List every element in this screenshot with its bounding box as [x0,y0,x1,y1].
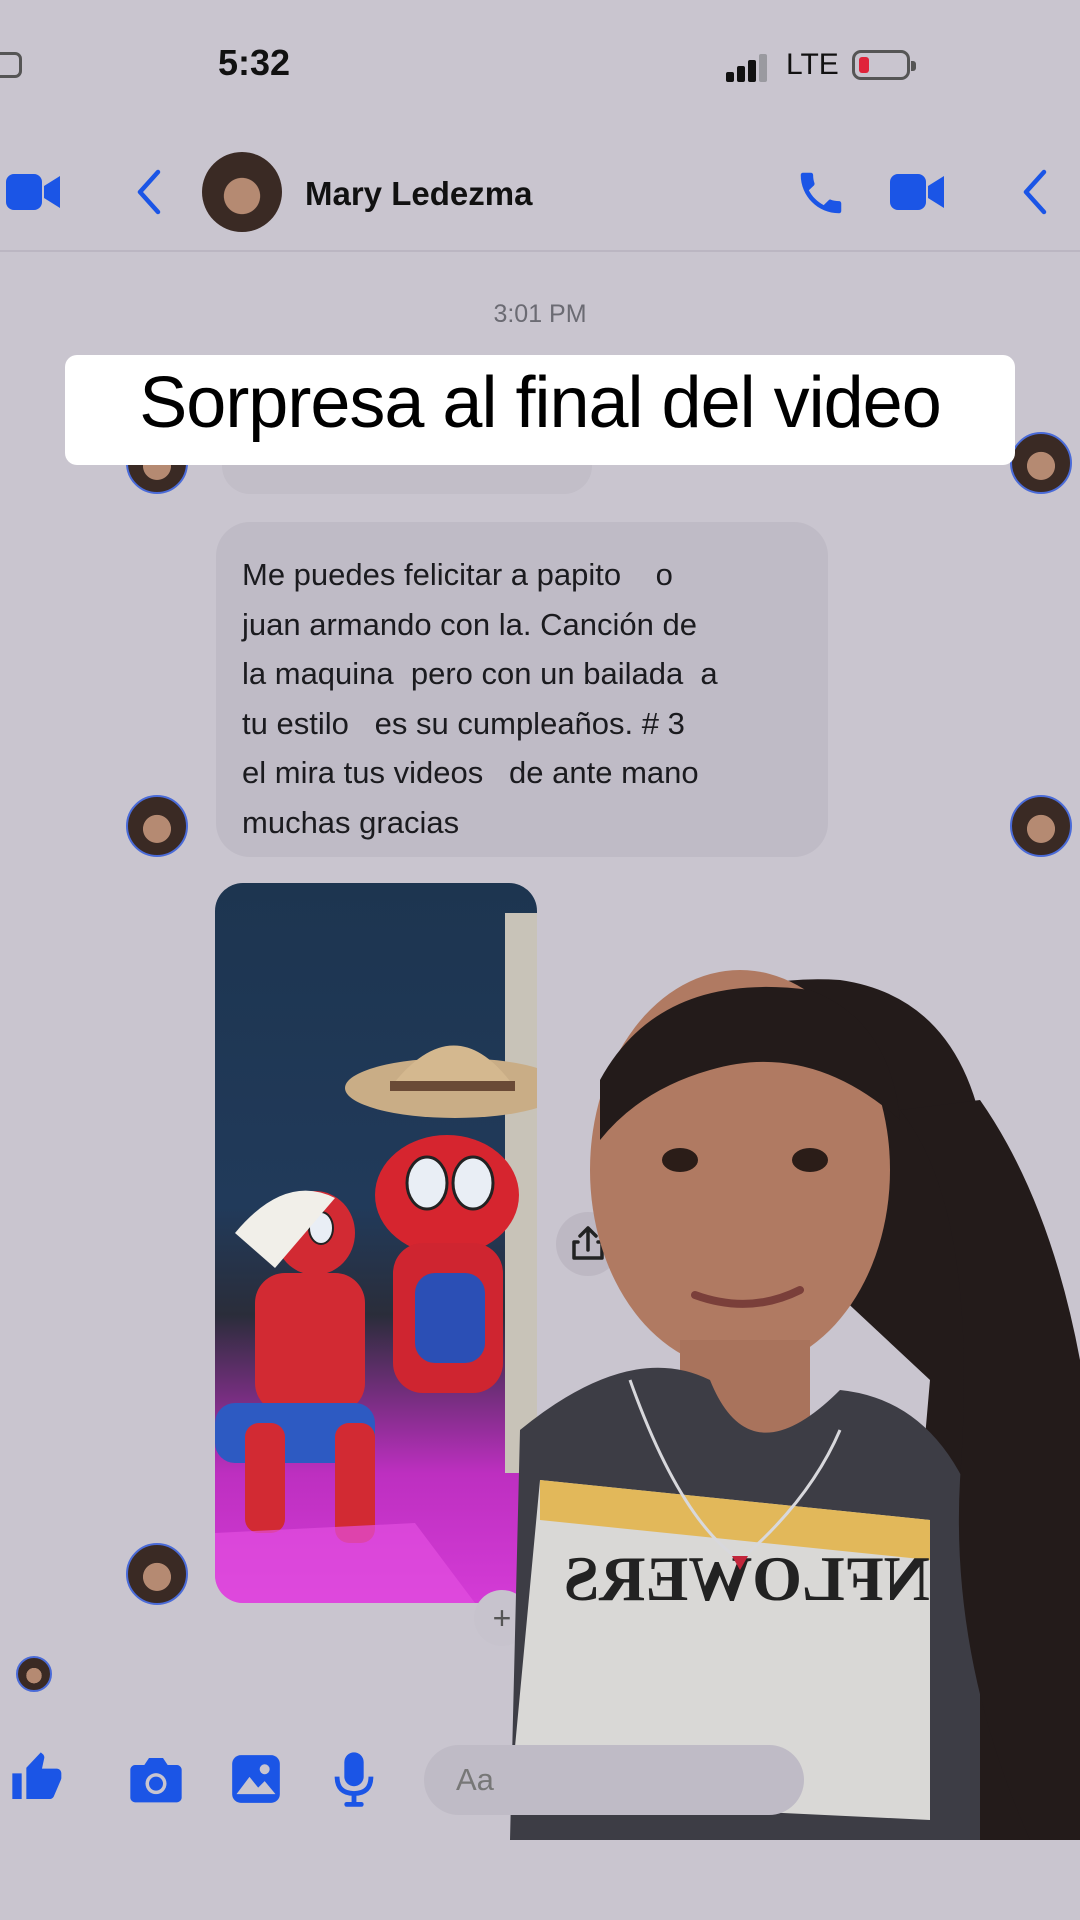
header-divider [0,250,1080,252]
message-timestamp: 3:01 PM [493,300,587,328]
video-thumbnail-image [215,913,537,1603]
status-time: 5:32 [218,42,291,83]
partial-battery-icon [0,52,22,78]
sender-avatar [126,1543,188,1605]
back-chevron-icon[interactable] [136,168,162,216]
microphone-icon[interactable] [332,1750,376,1808]
presenter-image: NFLOWERS [510,970,1080,1840]
contact-name[interactable]: Mary Ledezma [305,175,532,213]
video-caption: Sorpresa al final del video [139,363,942,443]
battery-icon [852,50,916,80]
network-type: LTE [786,48,839,81]
thumbs-up-icon[interactable] [10,1750,66,1806]
message-bubble[interactable]: Me puedes felicitar a papito o juan arma… [216,522,828,857]
video-thumbnail[interactable] [215,883,537,1603]
message-input-placeholder: Aa [456,1762,494,1797]
message-text: Me puedes felicitar a papito o juan arma… [242,557,718,840]
sender-avatar [126,795,188,857]
read-receipt-avatar [1010,795,1072,857]
video-camera-icon[interactable] [6,170,60,214]
presenter-video-overlay: NFLOWERS [510,960,1080,1840]
read-receipt-avatar [16,1656,52,1692]
video-camera-icon[interactable] [890,170,944,214]
contact-avatar[interactable] [202,152,282,232]
camera-icon[interactable] [128,1753,184,1805]
back-chevron-icon[interactable] [1022,168,1048,216]
phone-icon[interactable] [794,166,848,220]
gallery-icon[interactable] [230,1753,282,1805]
signal-icon [726,52,768,82]
read-receipt-avatar [1010,432,1072,494]
